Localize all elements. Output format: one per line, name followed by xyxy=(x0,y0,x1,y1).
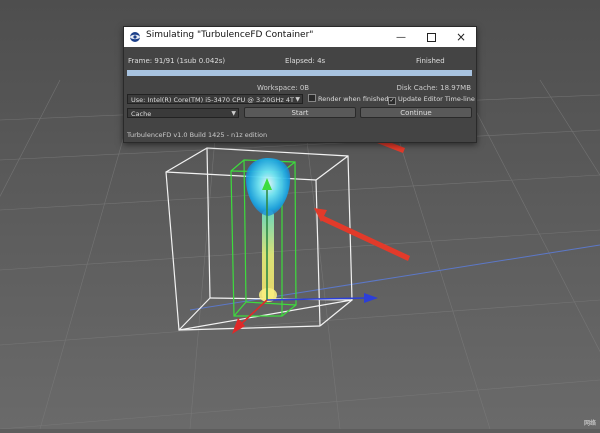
sim-status: Finished xyxy=(416,57,445,65)
render-when-finished-label: Render when finished xyxy=(318,95,389,103)
chevron-down-icon: ▼ xyxy=(231,110,236,117)
corner-watermark: 网络 xyxy=(583,420,596,427)
title-bar[interactable]: Simulating "TurbulenceFD Container" — × xyxy=(124,27,476,47)
close-icon: × xyxy=(455,30,467,44)
cinema4d-app-icon xyxy=(130,32,140,42)
version-footer: TurbulenceFD v1.0 Build 1425 - n1z editi… xyxy=(127,131,268,139)
update-editor-label: Update Editor Time-line xyxy=(398,95,475,103)
elapsed-time: Elapsed: 4s xyxy=(285,57,326,65)
frame-counter: Frame: 91/91 (1sub 0.042s) xyxy=(128,57,226,65)
minimize-icon: — xyxy=(396,31,406,43)
checkbox-checked-icon: ✓ xyxy=(388,97,396,105)
progress-fill xyxy=(127,70,472,76)
workspace-size: Workspace: 0B xyxy=(257,84,310,92)
disk-cache-size: Disk Cache: 18.97MB xyxy=(396,84,472,92)
close-button[interactable]: × xyxy=(446,27,476,47)
checkbox-unchecked-icon xyxy=(308,94,316,102)
update-editor-checkbox[interactable]: ✓ Update Editor Time-line xyxy=(388,94,475,105)
maximize-button[interactable] xyxy=(416,27,446,47)
minimize-button[interactable]: — xyxy=(386,27,416,47)
render-when-finished-checkbox[interactable]: Render when finished xyxy=(308,94,388,104)
3d-viewport[interactable]: Simulating "TurbulenceFD Container" — × … xyxy=(0,0,600,430)
maximize-icon xyxy=(426,32,436,42)
simulation-dialog: Simulating "TurbulenceFD Container" — × … xyxy=(123,26,477,143)
status-row: Frame: 91/91 (1sub 0.042s) Elapsed: 4s F… xyxy=(125,55,475,67)
info-row: Workspace: 0B Disk Cache: 18.97MB xyxy=(125,83,475,94)
cache-mode-select[interactable]: Cache ▼ xyxy=(127,108,239,118)
progress-bar xyxy=(127,70,472,76)
device-select-value: Use: Intel(R) Core(TM) i5-3470 CPU @ 3.2… xyxy=(131,96,294,104)
start-button[interactable]: Start xyxy=(244,107,356,118)
chevron-down-icon: ▼ xyxy=(295,96,300,103)
device-select[interactable]: Use: Intel(R) Core(TM) i5-3470 CPU @ 3.2… xyxy=(127,94,303,104)
window-title: Simulating "TurbulenceFD Container" xyxy=(146,30,314,40)
continue-button[interactable]: Continue xyxy=(360,107,472,118)
cache-mode-value: Cache xyxy=(131,110,152,118)
